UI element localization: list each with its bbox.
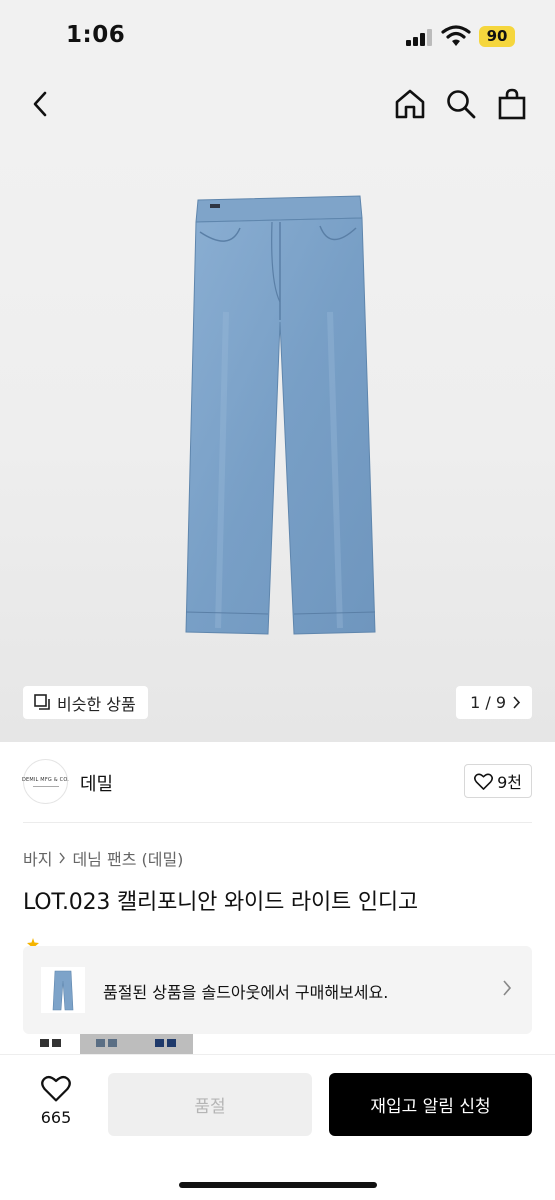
home-icon bbox=[395, 89, 425, 119]
color-options-peek bbox=[23, 1034, 223, 1054]
home-indicator[interactable] bbox=[179, 1182, 377, 1188]
search-icon bbox=[447, 90, 476, 119]
wifi-icon bbox=[441, 25, 471, 47]
chevron-right-icon bbox=[59, 852, 66, 864]
brand-name[interactable]: 데밀 bbox=[80, 770, 113, 796]
breadcrumb-category[interactable]: 바지 bbox=[23, 846, 52, 870]
brand-like-button[interactable]: 9천 bbox=[464, 764, 532, 798]
product-image-carousel[interactable]: 비슷한 상품 1 / 9 bbox=[0, 140, 555, 742]
swatch-navy[interactable] bbox=[153, 1034, 183, 1054]
soldout-button: 품절 bbox=[108, 1073, 312, 1136]
heart-icon bbox=[41, 1075, 71, 1102]
banner-text: 품절된 상품을 솔드아웃에서 구매해보세요. bbox=[103, 983, 389, 1002]
wishlist-button[interactable]: 665 bbox=[28, 1075, 84, 1127]
brand-like-count: 9천 bbox=[497, 773, 522, 792]
shopping-bag-icon bbox=[498, 88, 526, 120]
logo-divider bbox=[32, 785, 59, 787]
breadcrumb: 바지 데님 팬츠 (데밀) bbox=[23, 846, 183, 870]
header bbox=[0, 70, 555, 140]
status-time: 1:06 bbox=[66, 22, 126, 48]
similar-items-icon bbox=[34, 694, 50, 710]
chevron-right-icon bbox=[513, 696, 521, 709]
image-page-indicator[interactable]: 1 / 9 bbox=[456, 686, 532, 719]
shopping-bag-button[interactable] bbox=[492, 84, 532, 124]
search-button[interactable] bbox=[441, 84, 481, 124]
breadcrumb-subcategory[interactable]: 데님 팬츠 (데밀) bbox=[72, 846, 183, 870]
brand-row[interactable]: DEMIL MFG & CO. 데밀 9천 bbox=[0, 742, 555, 824]
back-button[interactable] bbox=[20, 84, 60, 124]
product-title: LOT.023 캘리포니안 와이드 라이트 인디고 bbox=[23, 890, 418, 915]
restock-alert-button[interactable]: 재입고 알림 신청 bbox=[329, 1073, 532, 1136]
page-indicator-text: 1 / 9 bbox=[470, 693, 506, 712]
bottom-action-bar: 665 품절 재입고 알림 신청 bbox=[0, 1054, 555, 1200]
brand-logo-text: DEMIL MFG & CO. bbox=[21, 776, 70, 783]
status-bar: 1:06 90 bbox=[0, 0, 555, 70]
divider bbox=[23, 822, 532, 823]
brand-logo[interactable]: DEMIL MFG & CO. bbox=[21, 759, 70, 804]
battery-indicator: 90 bbox=[479, 26, 515, 47]
similar-products-label: 비슷한 상품 bbox=[57, 694, 136, 714]
chevron-left-icon bbox=[33, 91, 47, 117]
home-button[interactable] bbox=[390, 84, 430, 124]
banner-thumbnail bbox=[41, 967, 85, 1013]
similar-products-button[interactable]: 비슷한 상품 bbox=[23, 686, 148, 719]
heart-icon bbox=[474, 772, 494, 790]
chevron-right-icon bbox=[503, 980, 512, 996]
swatch-black[interactable] bbox=[40, 1034, 62, 1054]
product-image bbox=[185, 195, 376, 635]
wishlist-count: 665 bbox=[40, 1108, 72, 1127]
soldout-promo-banner[interactable]: 품절된 상품을 솔드아웃에서 구매해보세요. bbox=[23, 946, 532, 1034]
signal-icon bbox=[406, 29, 434, 46]
